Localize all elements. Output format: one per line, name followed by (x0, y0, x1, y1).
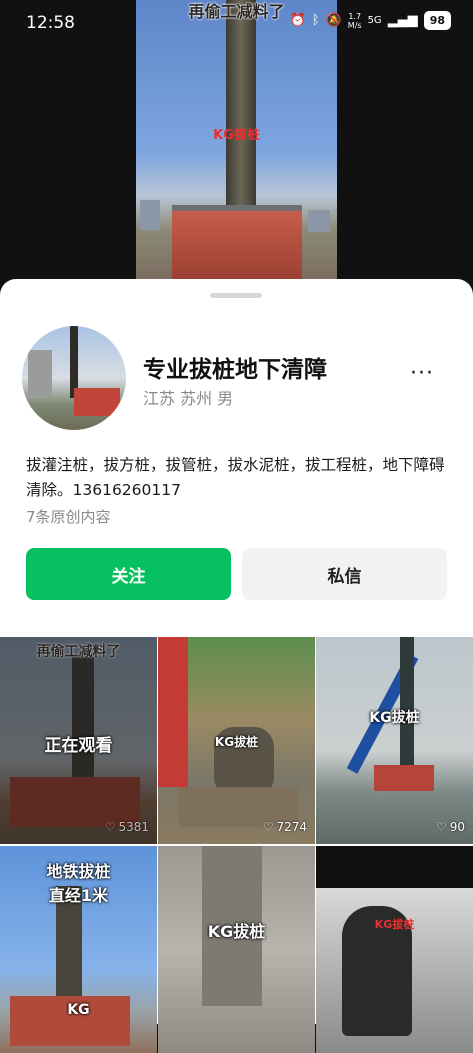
status-time: 12:58 (26, 13, 75, 33)
message-button[interactable]: 私信 (242, 548, 447, 600)
content-count[interactable]: 7条原创内容 (26, 506, 111, 527)
video-tile[interactable]: KG拔桩 ♡ 7274 (158, 637, 315, 844)
network-speed: 1.7 M/s (347, 11, 362, 30)
now-watching-label: 正在观看 (44, 736, 113, 756)
profile-sheet: 专业拔桩地下清障 江苏 苏州 男 ··· 拔灌注桩，拔方桩，拔管桩，拔水泥桩，拔… (0, 279, 473, 637)
video-tile[interactable]: 地铁拔桩 直经1米 KG (0, 846, 157, 1053)
alarm-icon: ⏰ (289, 13, 306, 28)
like-count: ♡ 7274 (262, 820, 307, 834)
pile-column (400, 637, 414, 772)
signal-icon: ▂▄▆ (387, 13, 418, 28)
heart-icon: ♡ (262, 820, 274, 834)
video-tile[interactable]: KG拔桩 (158, 846, 315, 1053)
follow-button[interactable]: 关注 (26, 548, 231, 600)
tile-tag: KG拔桩 (207, 922, 266, 941)
heart-icon: ♡ (435, 820, 447, 834)
profile-location: 江苏 苏州 男 (143, 389, 234, 408)
status-icons: ⏰ ᛒ 🔕 1.7 M/s 5G ▂▄▆ 98 (290, 11, 451, 30)
tile-tag: KG拔桩 (369, 710, 420, 726)
video-tile[interactable]: KG拔桩 (316, 846, 473, 1053)
crane-arm (158, 637, 188, 787)
bluetooth-icon: ᛒ (311, 13, 320, 28)
background-building (308, 210, 330, 232)
pile-rig (374, 765, 434, 791)
network-type: 5G (367, 15, 382, 26)
battery-indicator: 98 (423, 11, 451, 30)
like-count: ♡ 5381 (104, 820, 149, 834)
avatar-rig (74, 388, 120, 416)
profile-bio: 拔灌注桩，拔方桩，拔管桩，拔水泥桩，拔工程桩，地下障碍清除。1361626011… (26, 456, 445, 499)
video-grid: 再偷工减料了 正在观看 ♡ 5381 KG拔桩 ♡ 7274 KG拔桩 ♡ 90… (0, 637, 473, 1053)
pile-rig (172, 205, 302, 280)
video-tile[interactable]: KG拔桩 ♡ 90 (316, 637, 473, 844)
tile-caption: 再偷工减料了 (36, 644, 121, 660)
tile-caption: 地铁拔桩 直经1米 (46, 862, 111, 905)
mute-icon: 🔕 (325, 13, 342, 28)
more-options-icon[interactable]: ··· (410, 361, 434, 386)
background-building (140, 200, 160, 230)
tile-tag: KG拔桩 (214, 735, 259, 749)
avatar[interactable] (22, 326, 126, 430)
video-tag: KG拔桩 (213, 128, 260, 143)
like-count: ♡ 90 (435, 820, 465, 834)
heart-icon: ♡ (104, 820, 116, 834)
drag-handle[interactable] (210, 293, 262, 298)
profile-name: 专业拔桩地下清障 (143, 357, 327, 383)
tile-tag: KG拔桩 (374, 918, 415, 931)
status-bar: 12:58 ⏰ ᛒ 🔕 1.7 M/s 5G ▂▄▆ 98 (0, 0, 473, 46)
tile-tag: KG (67, 1002, 90, 1018)
video-tile[interactable]: 再偷工减料了 正在观看 ♡ 5381 (0, 637, 157, 844)
avatar-building (28, 350, 52, 396)
